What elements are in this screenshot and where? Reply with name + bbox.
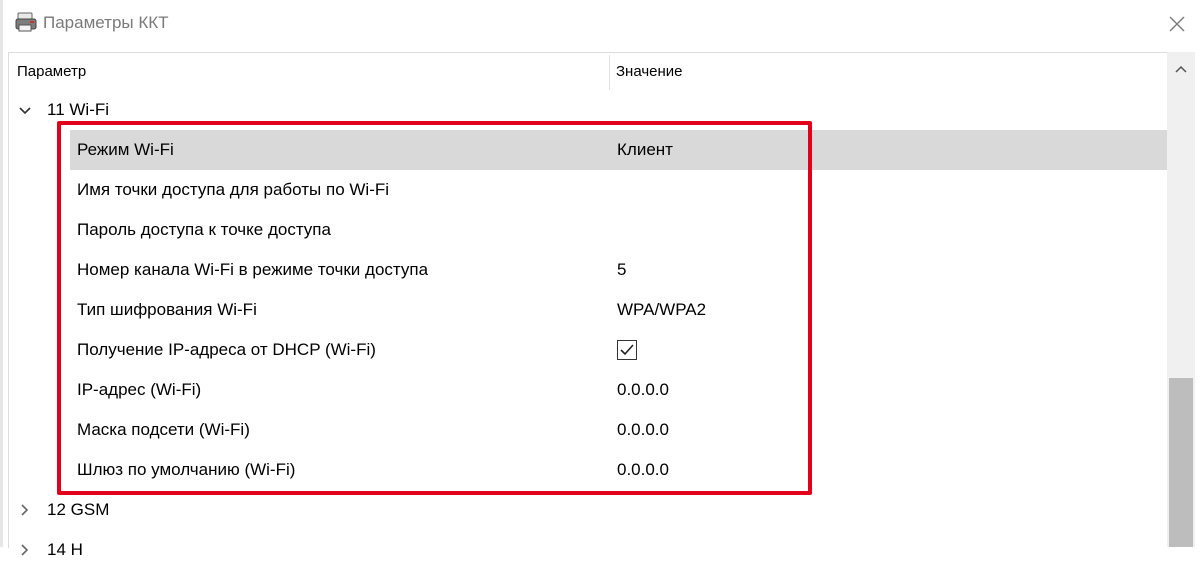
row-value[interactable]: Клиент (617, 140, 673, 160)
table-row[interactable]: Получение IP-адреса от DHCP (Wi-Fi) (70, 330, 1168, 370)
dhcp-checkbox[interactable] (617, 340, 637, 360)
chevron-right-icon[interactable] (18, 503, 32, 517)
title-bar[interactable]: Параметры ККТ (3, 0, 1203, 48)
row-value[interactable]: 5 (617, 260, 626, 280)
close-icon[interactable] (1159, 6, 1195, 42)
chevron-down-icon[interactable] (18, 104, 32, 118)
table-row[interactable]: Режим Wi-Fi Клиент (70, 130, 1168, 170)
window-right-edge (1195, 52, 1203, 547)
table-header: Параметр Значение (9, 53, 1168, 90)
row-label: Маска подсети (Wi-Fi) (77, 420, 250, 439)
window-title: Параметры ККТ (43, 13, 169, 32)
parameters-tree[interactable]: Параметр Значение 11 Wi-Fi Режим Wi-Fi К… (8, 52, 1203, 559)
vertical-scrollbar[interactable] (1167, 52, 1195, 547)
scrollbar-thumb[interactable] (1169, 378, 1193, 547)
table-row[interactable]: Маска подсети (Wi-Fi) 0.0.0.0 (70, 410, 1168, 450)
checkmark-icon (620, 344, 634, 356)
column-divider[interactable] (609, 55, 610, 90)
table-row[interactable]: IP-адрес (Wi-Fi) 0.0.0.0 (70, 370, 1168, 410)
window-left-edge (0, 0, 3, 547)
chevron-right-icon[interactable] (18, 543, 32, 557)
group-row-partial[interactable]: 14 Н (9, 530, 1168, 570)
row-value[interactable]: 0.0.0.0 (617, 380, 669, 400)
group-label: 11 Wi-Fi (47, 100, 110, 119)
row-label: Номер канала Wi-Fi в режиме точки доступ… (77, 260, 429, 279)
row-label: IP-адрес (Wi-Fi) (77, 380, 202, 399)
group-row-wifi[interactable]: 11 Wi-Fi (9, 90, 1168, 130)
table-row[interactable]: Имя точки доступа для работы по Wi-Fi (70, 170, 1168, 210)
row-label: Шлюз по умолчанию (Wi-Fi) (77, 460, 296, 479)
group-label: 12 GSM (47, 500, 110, 519)
chevron-up-icon[interactable] (1167, 54, 1195, 84)
column-header-value[interactable]: Значение (616, 63, 683, 80)
printer-icon (15, 11, 39, 33)
row-value[interactable]: 0.0.0.0 (617, 460, 669, 480)
group-label: 14 Н (47, 540, 83, 559)
table-row[interactable]: Номер канала Wi-Fi в режиме точки доступ… (70, 250, 1168, 290)
row-label: Пароль доступа к точке доступа (77, 220, 331, 239)
row-label: Режим Wi-Fi (77, 140, 174, 159)
row-label: Тип шифрования Wi-Fi (77, 300, 257, 319)
group-row-gsm[interactable]: 12 GSM (9, 490, 1168, 530)
column-header-parameter[interactable]: Параметр (17, 63, 86, 80)
row-value[interactable]: 0.0.0.0 (617, 420, 669, 440)
row-label: Имя точки доступа для работы по Wi-Fi (77, 180, 390, 199)
table-row[interactable]: Пароль доступа к точке доступа (70, 210, 1168, 250)
table-row[interactable]: Шлюз по умолчанию (Wi-Fi) 0.0.0.0 (70, 450, 1168, 490)
row-label: Получение IP-адреса от DHCP (Wi-Fi) (77, 340, 376, 359)
row-value[interactable]: WPA/WPA2 (617, 300, 706, 320)
table-row[interactable]: Тип шифрования Wi-Fi WPA/WPA2 (70, 290, 1168, 330)
